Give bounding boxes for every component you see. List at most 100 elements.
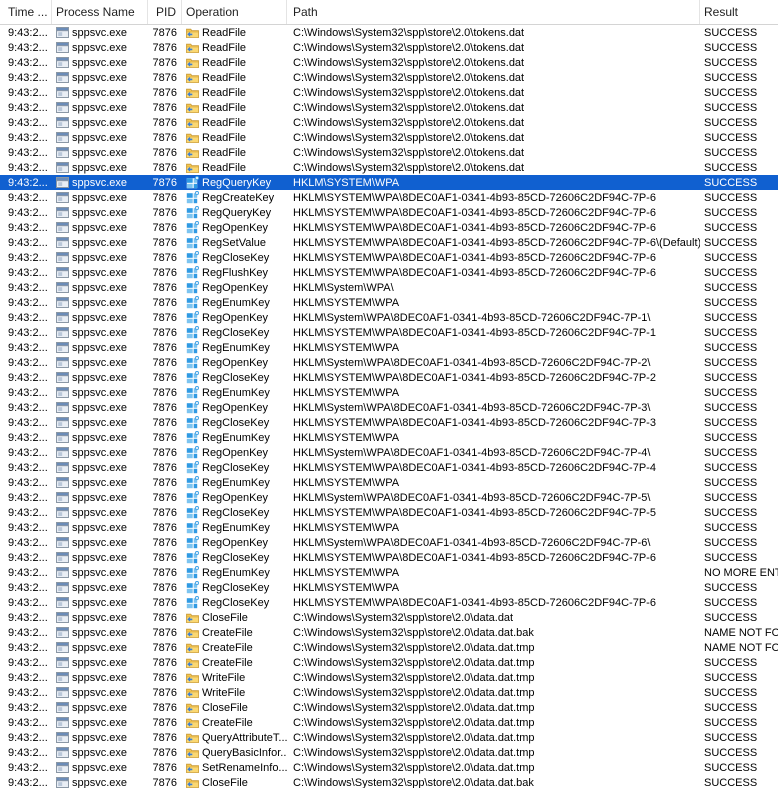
operation-text: ReadFile: [202, 147, 246, 159]
operation-text: CloseFile: [202, 777, 248, 788]
operation-text: ReadFile: [202, 42, 246, 54]
table-row[interactable]: 9:43:2...sppsvc.exe7876RegSetValueHKLM\S…: [0, 235, 778, 250]
process-name-text: sppsvc.exe: [72, 627, 127, 639]
table-row[interactable]: 9:43:2...sppsvc.exe7876CreateFileC:\Wind…: [0, 655, 778, 670]
table-row[interactable]: 9:43:2...sppsvc.exe7876ReadFileC:\Window…: [0, 160, 778, 175]
process-name-text: sppsvc.exe: [72, 42, 127, 54]
table-row[interactable]: 9:43:2...sppsvc.exe7876RegOpenKeyHKLM\Sy…: [0, 445, 778, 460]
table-row[interactable]: 9:43:2...sppsvc.exe7876RegFlushKeyHKLM\S…: [0, 265, 778, 280]
column-header-result[interactable]: Result: [700, 0, 778, 24]
table-row[interactable]: 9:43:2...sppsvc.exe7876ReadFileC:\Window…: [0, 55, 778, 70]
table-row[interactable]: 9:43:2...sppsvc.exe7876RegOpenKeyHKLM\Sy…: [0, 355, 778, 370]
pid-cell: 7876: [148, 490, 182, 505]
table-row[interactable]: 9:43:2...sppsvc.exe7876RegEnumKeyHKLM\SY…: [0, 565, 778, 580]
time-cell: 9:43:2...: [0, 40, 52, 55]
operation-cell: ReadFile: [182, 115, 287, 130]
table-row[interactable]: 9:43:2...sppsvc.exe7876RegEnumKeyHKLM\SY…: [0, 430, 778, 445]
process-name-text: sppsvc.exe: [72, 462, 127, 474]
column-header-pid[interactable]: PID: [148, 0, 182, 24]
table-row[interactable]: 9:43:2...sppsvc.exe7876RegOpenKeyHKLM\Sy…: [0, 280, 778, 295]
folder-file-icon: [186, 686, 199, 699]
table-row[interactable]: 9:43:2...sppsvc.exe7876RegCloseKeyHKLM\S…: [0, 325, 778, 340]
result-cell: SUCCESS: [700, 85, 778, 100]
table-row[interactable]: 9:43:2...sppsvc.exe7876RegEnumKeyHKLM\SY…: [0, 340, 778, 355]
table-row[interactable]: 9:43:2...sppsvc.exe7876QueryBasicInfor..…: [0, 745, 778, 760]
pid-cell: 7876: [148, 625, 182, 640]
pid-cell: 7876: [148, 355, 182, 370]
table-row[interactable]: 9:43:2...sppsvc.exe7876RegCloseKeyHKLM\S…: [0, 460, 778, 475]
table-row[interactable]: 9:43:2...sppsvc.exe7876ReadFileC:\Window…: [0, 145, 778, 160]
operation-cell: WriteFile: [182, 685, 287, 700]
pid-cell: 7876: [148, 430, 182, 445]
table-row[interactable]: 9:43:2...sppsvc.exe7876RegOpenKeyHKLM\Sy…: [0, 535, 778, 550]
table-row[interactable]: 9:43:2...sppsvc.exe7876RegCloseKeyHKLM\S…: [0, 370, 778, 385]
operation-text: ReadFile: [202, 102, 246, 114]
column-header-operation[interactable]: Operation: [182, 0, 287, 24]
table-row[interactable]: 9:43:2...sppsvc.exe7876RegCloseKeyHKLM\S…: [0, 595, 778, 610]
table-row[interactable]: 9:43:2...sppsvc.exe7876RegEnumKeyHKLM\SY…: [0, 475, 778, 490]
process-window-icon: [56, 56, 69, 69]
process-window-icon: [56, 431, 69, 444]
table-row[interactable]: 9:43:2...sppsvc.exe7876RegCloseKeyHKLM\S…: [0, 505, 778, 520]
process-name-text: sppsvc.exe: [72, 492, 127, 504]
table-row[interactable]: 9:43:2...sppsvc.exe7876RegCloseKeyHKLM\S…: [0, 580, 778, 595]
table-row[interactable]: 9:43:2...sppsvc.exe7876SetRenameInfo...C…: [0, 760, 778, 775]
table-row[interactable]: 9:43:2...sppsvc.exe7876RegOpenKeyHKLM\Sy…: [0, 310, 778, 325]
table-row[interactable]: 9:43:2...sppsvc.exe7876CloseFileC:\Windo…: [0, 610, 778, 625]
process-name-text: sppsvc.exe: [72, 372, 127, 384]
table-row[interactable]: 9:43:2...sppsvc.exe7876ReadFileC:\Window…: [0, 130, 778, 145]
table-row[interactable]: 9:43:2...sppsvc.exe7876ReadFileC:\Window…: [0, 115, 778, 130]
table-row[interactable]: 9:43:2...sppsvc.exe7876ReadFileC:\Window…: [0, 85, 778, 100]
table-row[interactable]: 9:43:2...sppsvc.exe7876WriteFileC:\Windo…: [0, 685, 778, 700]
table-row[interactable]: 9:43:2...sppsvc.exe7876ReadFileC:\Window…: [0, 100, 778, 115]
table-row[interactable]: 9:43:2...sppsvc.exe7876QueryAttributeT..…: [0, 730, 778, 745]
table-row[interactable]: 9:43:2...sppsvc.exe7876RegOpenKeyHKLM\SY…: [0, 220, 778, 235]
table-row[interactable]: 9:43:2...sppsvc.exe7876ReadFileC:\Window…: [0, 40, 778, 55]
table-row[interactable]: 9:43:2...sppsvc.exe7876RegCloseKeyHKLM\S…: [0, 550, 778, 565]
result-cell: SUCCESS: [700, 505, 778, 520]
table-row[interactable]: 9:43:2...sppsvc.exe7876RegOpenKeyHKLM\Sy…: [0, 490, 778, 505]
registry-key-icon: [186, 491, 199, 504]
time-cell: 9:43:2...: [0, 85, 52, 100]
table-row[interactable]: 9:43:2...sppsvc.exe7876CreateFileC:\Wind…: [0, 625, 778, 640]
operation-text: ReadFile: [202, 57, 246, 69]
column-header-process[interactable]: Process Name: [52, 0, 148, 24]
result-cell: SUCCESS: [700, 55, 778, 70]
process-cell: sppsvc.exe: [52, 400, 148, 415]
table-row-selected[interactable]: 9:43:2...sppsvc.exe7876RegQueryKeyHKLM\S…: [0, 175, 778, 190]
result-cell: SUCCESS: [700, 190, 778, 205]
table-row[interactable]: 9:43:2...sppsvc.exe7876RegEnumKeyHKLM\SY…: [0, 295, 778, 310]
operation-text: QueryBasicInfor...: [202, 747, 287, 759]
table-row[interactable]: 9:43:2...sppsvc.exe7876WriteFileC:\Windo…: [0, 670, 778, 685]
table-row[interactable]: 9:43:2...sppsvc.exe7876CloseFileC:\Windo…: [0, 775, 778, 788]
operation-cell: QueryAttributeT...: [182, 730, 287, 745]
column-header-time[interactable]: Time ...: [0, 0, 52, 24]
table-row[interactable]: 9:43:2...sppsvc.exe7876CloseFileC:\Windo…: [0, 700, 778, 715]
table-row[interactable]: 9:43:2...sppsvc.exe7876ReadFileC:\Window…: [0, 25, 778, 40]
pid-cell: 7876: [148, 175, 182, 190]
operation-text: ReadFile: [202, 117, 246, 129]
table-row[interactable]: 9:43:2...sppsvc.exe7876RegCreateKeyHKLM\…: [0, 190, 778, 205]
folder-file-icon: [186, 641, 199, 654]
table-row[interactable]: 9:43:2...sppsvc.exe7876RegEnumKeyHKLM\SY…: [0, 520, 778, 535]
table-row[interactable]: 9:43:2...sppsvc.exe7876ReadFileC:\Window…: [0, 70, 778, 85]
pid-cell: 7876: [148, 655, 182, 670]
time-cell: 9:43:2...: [0, 265, 52, 280]
registry-key-icon: [186, 461, 199, 474]
column-header-path[interactable]: Path: [287, 0, 700, 24]
operation-cell: RegQueryKey: [182, 205, 287, 220]
process-name-text: sppsvc.exe: [72, 522, 127, 534]
table-row[interactable]: 9:43:2...sppsvc.exe7876CreateFileC:\Wind…: [0, 640, 778, 655]
process-cell: sppsvc.exe: [52, 70, 148, 85]
table-row[interactable]: 9:43:2...sppsvc.exe7876CreateFileC:\Wind…: [0, 715, 778, 730]
table-row[interactable]: 9:43:2...sppsvc.exe7876RegEnumKeyHKLM\SY…: [0, 385, 778, 400]
operation-text: RegCloseKey: [202, 507, 269, 519]
table-row[interactable]: 9:43:2...sppsvc.exe7876RegCloseKeyHKLM\S…: [0, 415, 778, 430]
table-row[interactable]: 9:43:2...sppsvc.exe7876RegOpenKeyHKLM\Sy…: [0, 400, 778, 415]
process-cell: sppsvc.exe: [52, 25, 148, 40]
table-row[interactable]: 9:43:2...sppsvc.exe7876RegCloseKeyHKLM\S…: [0, 250, 778, 265]
table-row[interactable]: 9:43:2...sppsvc.exe7876RegQueryKeyHKLM\S…: [0, 205, 778, 220]
operation-text: RegOpenKey: [202, 537, 268, 549]
result-cell: NAME NOT FOUND: [700, 640, 778, 655]
operation-text: RegCloseKey: [202, 372, 269, 384]
